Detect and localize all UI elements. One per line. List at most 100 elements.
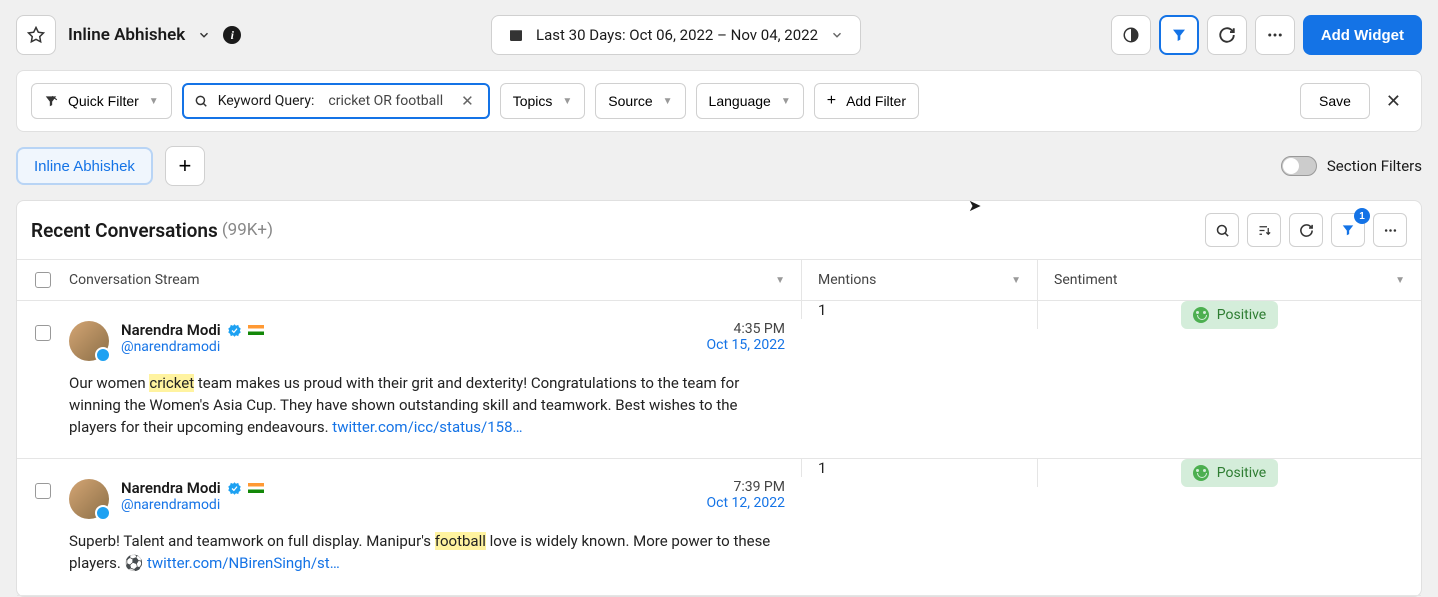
author-name: Narendra Modi xyxy=(121,479,221,497)
column-header-mentions[interactable]: Mentions ▼ xyxy=(801,260,1037,300)
mentions-cell: 1 xyxy=(801,459,1037,477)
twitter-platform-icon xyxy=(95,505,111,521)
section-filters-toggle[interactable] xyxy=(1281,156,1317,176)
author-handle[interactable]: @narendramodi xyxy=(121,497,264,513)
theme-toggle-button[interactable] xyxy=(1111,15,1151,55)
quick-filter-button[interactable]: Quick Filter ▼ xyxy=(31,83,172,119)
conversation-link[interactable]: twitter.com/NBirenSingh/st… xyxy=(147,554,340,572)
panel-sort-button[interactable] xyxy=(1247,213,1281,247)
language-label: Language xyxy=(709,93,771,109)
more-options-button[interactable] xyxy=(1255,15,1295,55)
contrast-icon xyxy=(1122,26,1140,44)
column-header-conversation[interactable]: Conversation Stream ▼ xyxy=(69,272,801,288)
caret-down-icon: ▼ xyxy=(149,96,159,107)
refresh-icon xyxy=(1299,223,1314,238)
caret-down-icon: ▼ xyxy=(663,96,673,107)
keyword-highlight: football xyxy=(435,532,486,550)
twitter-platform-icon xyxy=(95,347,111,363)
conversation-cell[interactable]: Narendra Modi @narendramodi 4:35 PM Oct … xyxy=(69,301,801,458)
sort-arrow-icon: ▼ xyxy=(775,275,785,286)
clear-keyword-button[interactable]: ✕ xyxy=(457,92,478,110)
add-widget-button[interactable]: Add Widget xyxy=(1303,15,1422,55)
row-select-column xyxy=(17,301,69,458)
panel-header: Recent Conversations (99K+) 1 xyxy=(17,201,1421,259)
topics-filter[interactable]: Topics ▼ xyxy=(500,83,586,119)
time-value: 7:39 PM xyxy=(707,479,785,495)
favorite-button[interactable] xyxy=(16,15,56,55)
language-filter[interactable]: Language ▼ xyxy=(696,83,804,119)
tab-inline-abhishek[interactable]: Inline Abhishek xyxy=(16,147,153,185)
smiley-icon xyxy=(1193,307,1209,323)
caret-down-icon: ▼ xyxy=(562,96,572,107)
panel-filter-button[interactable]: 1 xyxy=(1331,213,1365,247)
keyword-label: Keyword Query: xyxy=(218,93,315,109)
timestamp: 4:35 PM Oct 15, 2022 xyxy=(707,321,785,361)
add-filter-label: Add Filter xyxy=(846,93,906,109)
flag-icon xyxy=(248,325,264,335)
search-icon xyxy=(194,94,208,108)
chevron-down-icon xyxy=(197,28,211,42)
sentiment-cell: Positive xyxy=(1037,459,1421,487)
quick-filter-icon xyxy=(44,94,58,108)
header-bar: Inline Abhishek i Last 30 Days: Oct 06, … xyxy=(0,0,1438,70)
calendar-icon xyxy=(508,27,524,43)
panel-actions: 1 xyxy=(1205,213,1407,247)
conversation-link[interactable]: twitter.com/icc/status/158… xyxy=(332,418,522,436)
select-all-checkbox[interactable] xyxy=(35,272,51,288)
sort-icon xyxy=(1257,223,1272,238)
mentions-value: 1 xyxy=(818,301,826,319)
page-title: Inline Abhishek xyxy=(68,25,185,45)
filter-badge: 1 xyxy=(1354,208,1370,224)
conversation-text: Our women cricket team makes us proud wi… xyxy=(69,373,785,438)
save-button[interactable]: Save xyxy=(1300,83,1370,119)
dots-horizontal-icon xyxy=(1266,26,1284,44)
sort-arrow-icon: ▼ xyxy=(1011,275,1021,286)
section-filters-label: Section Filters xyxy=(1327,157,1422,175)
date-range-selector[interactable]: Last 30 Days: Oct 06, 2022 – Nov 04, 202… xyxy=(491,15,861,55)
add-filter-button[interactable]: + Add Filter xyxy=(814,83,919,119)
source-filter[interactable]: Source ▼ xyxy=(595,83,685,119)
page-title-group: Inline Abhishek i xyxy=(68,25,241,45)
panel-search-button[interactable] xyxy=(1205,213,1239,247)
tabs-row: Inline Abhishek + Section Filters xyxy=(0,132,1438,200)
refresh-button[interactable] xyxy=(1207,15,1247,55)
keyword-highlight: cricket xyxy=(149,374,194,392)
table-header: Conversation Stream ▼ Mentions ▼ Sentime… xyxy=(17,259,1421,301)
column-label: Sentiment xyxy=(1054,272,1117,288)
reset-filters-button[interactable]: ✕ xyxy=(1380,91,1407,112)
global-filter-button[interactable] xyxy=(1159,15,1199,55)
flag-icon xyxy=(248,483,264,493)
add-tab-button[interactable]: + xyxy=(165,146,205,186)
funnel-icon xyxy=(1341,223,1355,237)
verified-icon xyxy=(227,481,242,496)
panel-refresh-button[interactable] xyxy=(1289,213,1323,247)
title-chevron-button[interactable] xyxy=(197,28,211,42)
conversation-cell[interactable]: Narendra Modi @narendramodi 7:39 PM Oct … xyxy=(69,459,801,595)
keyword-filter-chip[interactable]: Keyword Query: cricket OR football ✕ xyxy=(182,83,490,119)
refresh-icon xyxy=(1218,26,1236,44)
info-icon[interactable]: i xyxy=(223,26,241,44)
column-label: Conversation Stream xyxy=(69,272,200,288)
caret-down-icon: ▼ xyxy=(781,96,791,107)
date-value[interactable]: Oct 15, 2022 xyxy=(707,337,785,353)
sentiment-badge[interactable]: Positive xyxy=(1181,301,1278,329)
mentions-value: 1 xyxy=(818,459,826,477)
sentiment-badge[interactable]: Positive xyxy=(1181,459,1278,487)
date-value[interactable]: Oct 12, 2022 xyxy=(707,495,785,511)
column-header-sentiment[interactable]: Sentiment ▼ xyxy=(1037,260,1421,300)
column-label: Mentions xyxy=(818,272,876,288)
avatar xyxy=(69,479,109,519)
dots-horizontal-icon xyxy=(1383,223,1398,238)
author-name: Narendra Modi xyxy=(121,321,221,339)
row-checkbox[interactable] xyxy=(35,483,51,499)
sentiment-value: Positive xyxy=(1217,307,1266,323)
keyword-value: cricket OR football xyxy=(324,91,447,111)
chevron-down-icon xyxy=(830,28,844,42)
row-checkbox[interactable] xyxy=(35,325,51,341)
author-handle[interactable]: @narendramodi xyxy=(121,339,264,355)
conversation-text: Superb! Talent and teamwork on full disp… xyxy=(69,531,785,575)
header-actions: Add Widget xyxy=(1111,15,1422,55)
plus-icon: + xyxy=(178,153,191,179)
sort-arrow-icon: ▼ xyxy=(1395,275,1405,286)
panel-more-button[interactable] xyxy=(1373,213,1407,247)
